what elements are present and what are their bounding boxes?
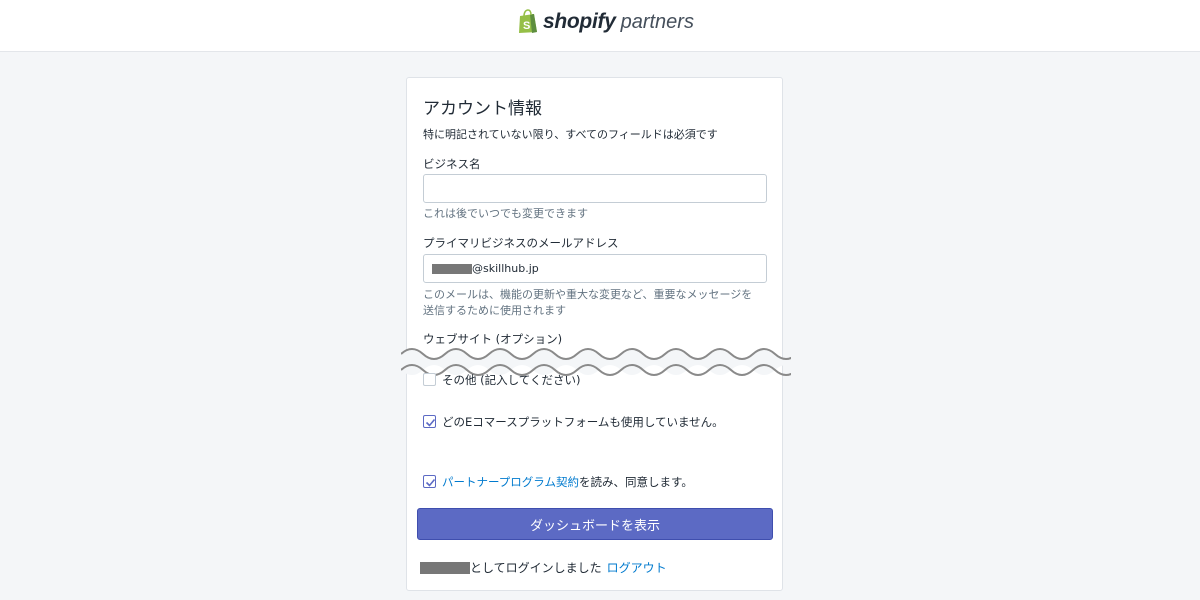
business-name-input[interactable] <box>423 174 767 203</box>
required-note: 特に明記されていない限り、すべてのフィールドは必須です <box>423 128 718 141</box>
brand-name: shopify <box>543 10 616 33</box>
shopify-partners-logo[interactable]: S shopify partners <box>517 8 694 36</box>
agreement-label: パートナープログラム契約を読み、同意します。 <box>442 474 693 490</box>
checkmark-icon <box>425 478 436 487</box>
business-name-help: これは後でいつでも変更できます <box>423 207 588 220</box>
account-info-card: アカウント情報 特に明記されていない限り、すべてのフィールドは必須です ビジネス… <box>401 77 791 591</box>
logout-link[interactable]: ログアウト <box>607 559 667 576</box>
agreement-rest-text: を読み、同意します。 <box>578 475 693 489</box>
business-name-label: ビジネス名 <box>423 157 481 171</box>
shopping-bag-icon: S <box>519 9 537 33</box>
checkmark-icon <box>425 418 436 427</box>
redacted-username <box>420 561 470 574</box>
other-checkbox[interactable] <box>423 373 436 386</box>
top-bar: S shopify partners <box>0 0 1200 52</box>
no-ecommerce-checkbox[interactable] <box>423 415 436 428</box>
partner-agreement-link[interactable]: パートナープログラム契約 <box>442 475 579 489</box>
svg-text:S: S <box>523 20 530 32</box>
agreement-checkbox[interactable] <box>423 475 436 488</box>
other-checkbox-label: その他 (記入してください) <box>442 373 581 387</box>
email-help-line-1: このメールは、機能の更新や重大な変更など、重要なメッセージを <box>423 288 753 301</box>
no-ecommerce-checkbox-label: どのEコマースプラットフォームも使用していません。 <box>442 415 724 429</box>
email-label: プライマリビジネスのメールアドレス <box>423 236 619 250</box>
redacted-email-user <box>432 263 472 274</box>
brand-suffix: partners <box>620 10 694 33</box>
login-status: としてログインしました ログアウト <box>420 559 667 576</box>
logged-in-text: としてログインしました <box>470 561 602 575</box>
email-input[interactable]: @skillhub.jp <box>423 254 767 283</box>
email-help-line-2: 送信するために使用されます <box>423 304 566 317</box>
website-label: ウェブサイト (オプション) <box>423 332 563 346</box>
form-title: アカウント情報 <box>423 99 542 119</box>
email-domain: @skillhub.jp <box>472 262 539 275</box>
view-dashboard-button[interactable]: ダッシュボードを表示 <box>417 508 773 540</box>
